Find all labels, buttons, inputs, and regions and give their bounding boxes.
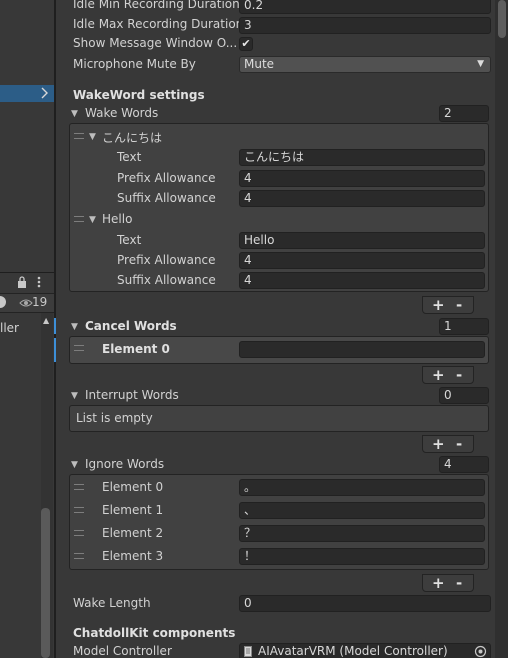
wake-word-text-field[interactable]: こんにちは [239, 149, 485, 166]
add-element-button[interactable]: + [432, 574, 445, 592]
idle-max-label: Idle Max Recording Duration [73, 17, 244, 31]
list-empty-text: List is empty [76, 411, 153, 425]
prefix-allowance-label: Prefix Allowance [117, 171, 216, 185]
ignore-word-field[interactable]: 、 [239, 502, 485, 519]
drag-handle-icon[interactable] [74, 345, 84, 351]
inspector-scrollbar[interactable] [495, 0, 508, 658]
text-label: Text [117, 233, 142, 247]
foldout-arrow-icon[interactable]: ▼ [71, 460, 78, 470]
divider [0, 272, 54, 273]
remove-element-button[interactable]: - [456, 296, 462, 314]
drag-handle-icon[interactable] [74, 553, 84, 559]
scroll-up-icon[interactable]: ▲ [43, 316, 49, 325]
wake-word-item-title[interactable]: こんにちは [102, 129, 162, 146]
cancel-words-label[interactable]: Cancel Words [85, 319, 177, 333]
foldout-arrow-icon[interactable]: ▼ [71, 109, 78, 119]
wakeword-settings-header: WakeWord settings [73, 88, 205, 102]
show-message-checkbox[interactable]: ✔ [239, 37, 253, 51]
idle-min-label: Idle Min Recording Duration [73, 0, 240, 11]
object-picker-icon[interactable] [474, 645, 487, 658]
cancel-words-add-remove: + - [422, 366, 474, 384]
foldout-arrow-icon[interactable]: ▼ [89, 215, 96, 225]
cancel-words-size-field[interactable]: 1 [439, 318, 489, 335]
foldout-arrow-icon[interactable]: ▼ [71, 391, 78, 401]
model-controller-field[interactable]: AIAvatarVRM (Model Controller) [239, 643, 491, 658]
suffix-allowance-label: Suffix Allowance [117, 273, 216, 287]
kebab-menu-icon[interactable] [36, 275, 42, 289]
prefix-allowance-label: Prefix Allowance [117, 253, 216, 267]
dropdown-arrow-icon: ▼ [477, 59, 484, 69]
idle-max-field[interactable]: 3 [239, 17, 491, 34]
foldout-arrow-icon[interactable]: ▼ [89, 132, 96, 142]
script-icon [244, 646, 252, 657]
text-label: Text [117, 150, 142, 164]
hidden-count: 19 [32, 295, 48, 309]
ignore-words-label[interactable]: Ignore Words [85, 457, 164, 471]
remove-element-button[interactable]: - [456, 435, 462, 453]
hierarchy-item-label[interactable]: ller [0, 321, 19, 335]
wake-words-add-remove: + - [422, 296, 474, 314]
model-controller-value: AIAvatarVRM (Model Controller) [258, 644, 448, 658]
suffix-allowance-field[interactable]: 4 [239, 272, 485, 289]
prefix-allowance-field[interactable]: 4 [239, 252, 485, 269]
suffix-allowance-label: Suffix Allowance [117, 191, 216, 205]
wake-word-text-field[interactable]: Hello [239, 232, 485, 249]
mic-mute-dropdown[interactable]: Mute ▼ [239, 56, 491, 73]
ignore-word-field[interactable]: ！ [239, 548, 485, 565]
element-label: Element 0 [102, 480, 164, 494]
mic-mute-value: Mute [244, 57, 275, 71]
ignore-words-size-field[interactable]: 4 [439, 456, 489, 473]
element-label: Element 3 [102, 549, 164, 563]
lock-icon[interactable] [16, 275, 28, 289]
eye-icon[interactable] [19, 297, 33, 309]
drag-handle-icon[interactable] [74, 484, 84, 490]
wake-word-item-title[interactable]: Hello [102, 212, 132, 226]
mic-mute-label: Microphone Mute By [73, 57, 196, 71]
chatdollkit-components-header: ChatdollKit components [73, 626, 236, 640]
drag-handle-icon[interactable] [74, 216, 84, 222]
remove-element-button[interactable]: - [456, 366, 462, 384]
drag-handle-icon[interactable] [74, 133, 84, 139]
interrupt-words-size-field[interactable]: 0 [439, 387, 489, 404]
hierarchy-scroll-thumb[interactable] [41, 508, 50, 658]
prefix-allowance-field[interactable]: 4 [239, 170, 485, 187]
element-label: Element 0 [102, 342, 170, 356]
idle-min-field[interactable]: 0.2 [239, 0, 491, 14]
interrupt-words-label[interactable]: Interrupt Words [85, 388, 179, 402]
cancel-word-field[interactable] [239, 341, 485, 358]
wake-length-field[interactable]: 0 [239, 595, 491, 612]
selection-indicator [54, 318, 56, 334]
element-label: Element 2 [102, 526, 164, 540]
model-controller-label: Model Controller [73, 644, 172, 658]
add-element-button[interactable]: + [432, 366, 445, 384]
suffix-allowance-field[interactable]: 4 [239, 190, 485, 207]
chevron-right-icon[interactable] [39, 86, 51, 100]
ignore-word-field[interactable]: ？ [239, 525, 485, 542]
element-label: Element 1 [102, 503, 164, 517]
interrupt-words-add-remove: + - [422, 435, 474, 453]
inspector-scroll-thumb[interactable] [498, 0, 506, 38]
selection-indicator [54, 338, 56, 362]
ignore-words-add-remove: + - [422, 574, 474, 592]
wake-length-label: Wake Length [73, 596, 151, 610]
show-message-label: Show Message Window O... [73, 36, 238, 50]
ignore-word-field[interactable]: 。 [239, 479, 485, 496]
wake-words-label[interactable]: Wake Words [85, 106, 158, 120]
wake-words-size-field[interactable]: 2 [439, 105, 489, 122]
add-element-button[interactable]: + [432, 435, 445, 453]
drag-handle-icon[interactable] [74, 507, 84, 513]
drag-handle-icon[interactable] [74, 530, 84, 536]
foldout-arrow-icon[interactable]: ▼ [71, 322, 78, 332]
remove-element-button[interactable]: - [456, 574, 462, 592]
add-element-button[interactable]: + [432, 296, 445, 314]
